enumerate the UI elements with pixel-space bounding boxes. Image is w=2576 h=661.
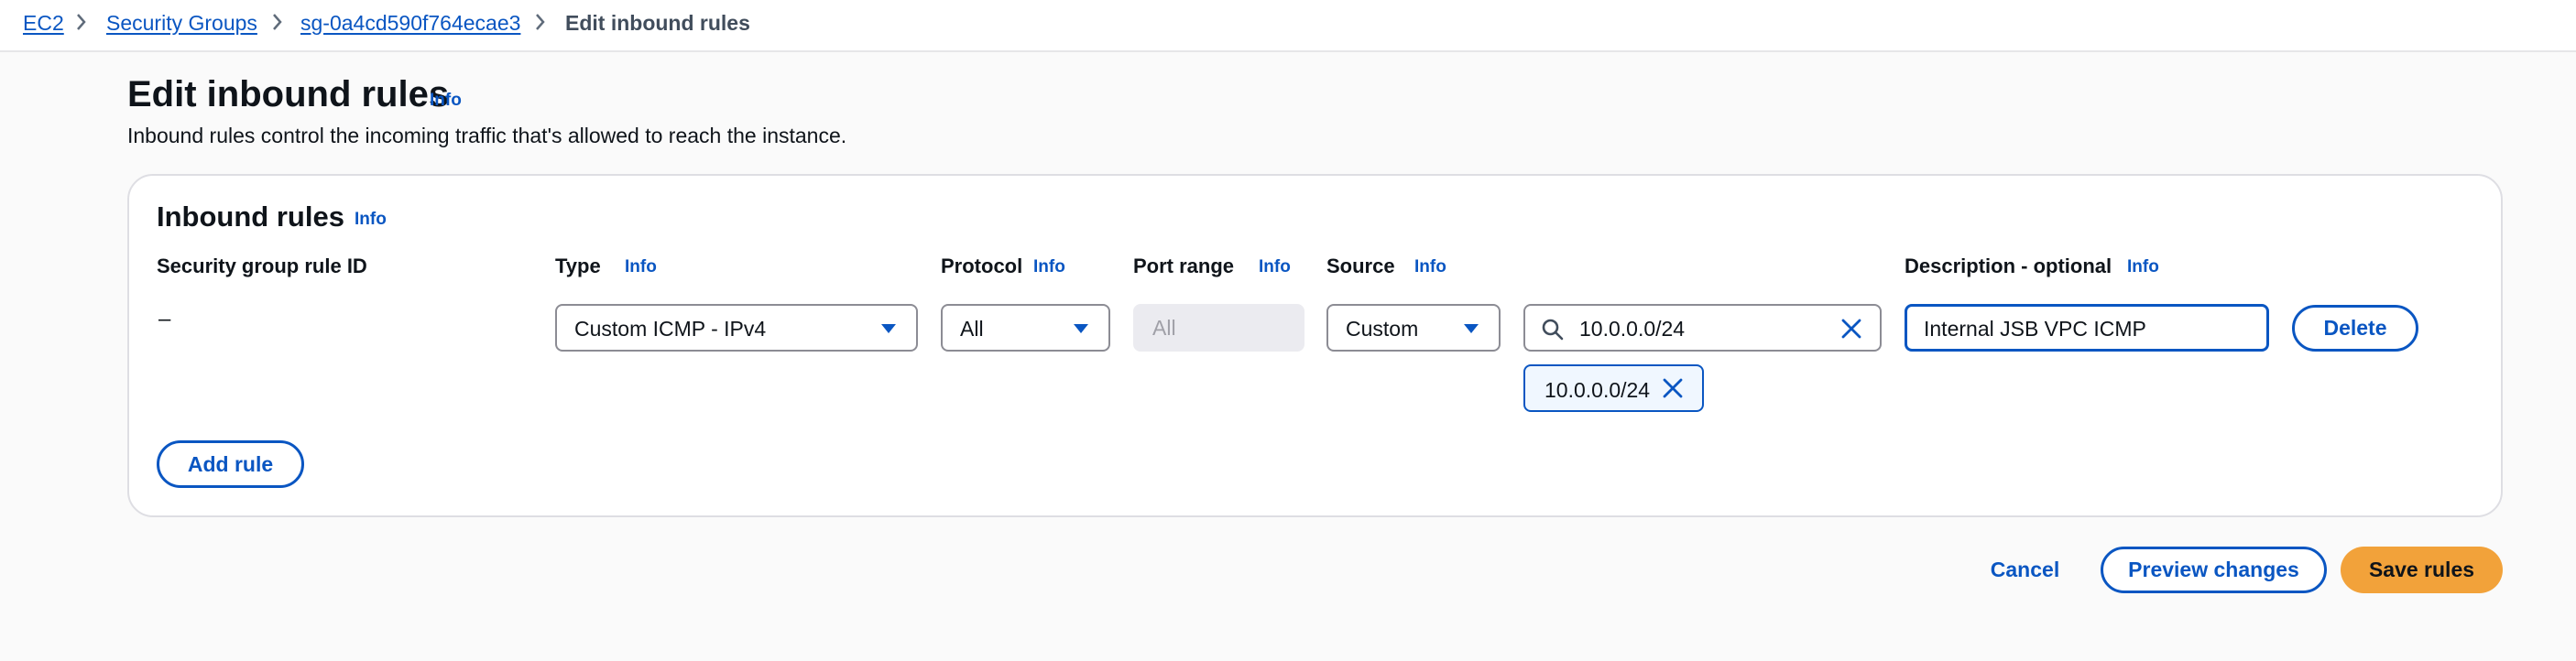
column-header-type: Type	[555, 255, 601, 277]
page: EC2 Security Groups sg-0a4cd590f764ecae3…	[0, 0, 2576, 661]
source-token: 10.0.0.0/24	[1523, 364, 1704, 412]
column-header-description: Description - optional	[1905, 255, 2112, 277]
source-search-input[interactable]: 10.0.0.0/24	[1523, 304, 1882, 352]
port-range-input: All	[1133, 304, 1304, 352]
breadcrumb: EC2 Security Groups sg-0a4cd590f764ecae3…	[0, 0, 2576, 52]
source-token-label: 10.0.0.0/24	[1545, 378, 1651, 402]
cancel-button[interactable]: Cancel	[1981, 546, 2068, 593]
breadcrumb-current: Edit inbound rules	[565, 11, 750, 35]
chevron-right-icon	[273, 14, 282, 30]
search-icon	[1542, 319, 1564, 341]
type-info-link[interactable]: Info	[625, 257, 657, 277]
source-type-value: Custom	[1346, 317, 1419, 341]
page-info-link[interactable]: Info	[430, 91, 462, 111]
page-description: Inbound rules control the incoming traff…	[127, 124, 847, 147]
page-title: Edit inbound rules	[127, 74, 450, 114]
port-range-info-link[interactable]: Info	[1259, 257, 1291, 277]
delete-rule-button[interactable]: Delete	[2292, 305, 2418, 352]
chevron-right-icon	[77, 14, 86, 30]
breadcrumb-ec2[interactable]: EC2	[23, 11, 64, 35]
column-header-rule-id: Security group rule ID	[157, 255, 367, 277]
dismiss-token-icon[interactable]	[1662, 377, 1684, 399]
breadcrumb-security-group-id[interactable]: sg-0a4cd590f764ecae3	[300, 11, 520, 35]
inbound-rules-title: Inbound rules	[157, 200, 344, 233]
breadcrumb-security-groups[interactable]: Security Groups	[106, 11, 257, 35]
source-info-link[interactable]: Info	[1414, 257, 1446, 277]
protocol-select-value: All	[960, 317, 984, 341]
rule-id-value: –	[158, 307, 171, 331]
description-input[interactable]: Internal JSB VPC ICMP	[1905, 304, 2269, 352]
type-select[interactable]: Custom ICMP - IPv4	[555, 304, 918, 352]
protocol-select[interactable]: All	[941, 304, 1110, 352]
column-header-port-range: Port range	[1133, 255, 1235, 277]
source-search-value: 10.0.0.0/24	[1579, 317, 1686, 341]
port-range-placeholder: All	[1152, 316, 1176, 340]
chevron-right-icon	[536, 14, 545, 30]
save-rules-button[interactable]: Save rules	[2341, 547, 2503, 593]
caret-down-icon	[881, 324, 896, 333]
type-select-value: Custom ICMP - IPv4	[574, 317, 767, 341]
clear-icon[interactable]	[1840, 318, 1862, 340]
preview-changes-button[interactable]: Preview changes	[2101, 547, 2327, 593]
protocol-info-link[interactable]: Info	[1033, 257, 1065, 277]
column-header-source: Source	[1326, 255, 1395, 277]
column-header-protocol: Protocol	[941, 255, 1023, 277]
description-info-link[interactable]: Info	[2127, 257, 2159, 277]
source-type-select[interactable]: Custom	[1326, 304, 1501, 352]
caret-down-icon	[1074, 324, 1088, 333]
description-value: Internal JSB VPC ICMP	[1924, 317, 2146, 341]
add-rule-button[interactable]: Add rule	[157, 440, 304, 488]
caret-down-icon	[1464, 324, 1479, 333]
inbound-rules-info-link[interactable]: Info	[355, 210, 387, 230]
